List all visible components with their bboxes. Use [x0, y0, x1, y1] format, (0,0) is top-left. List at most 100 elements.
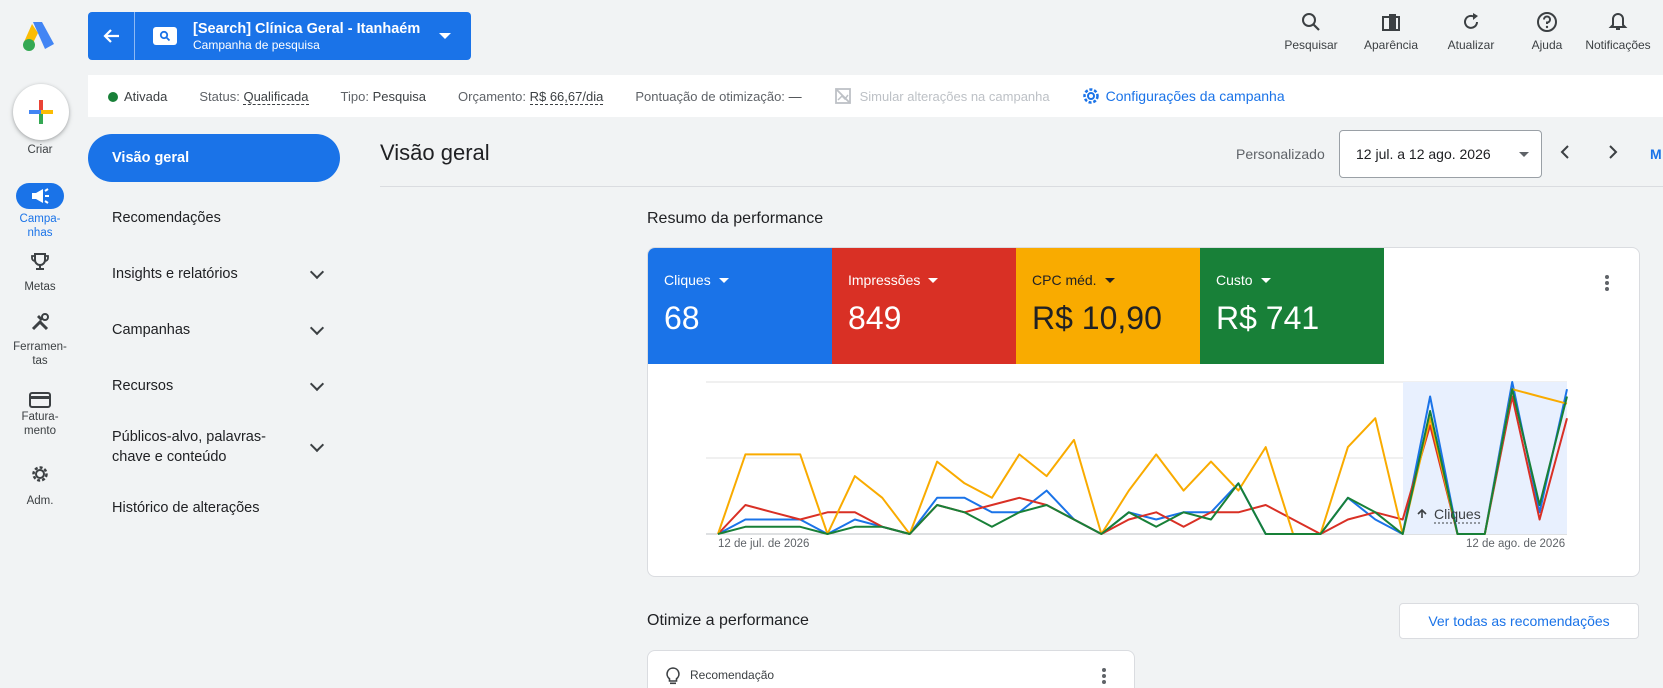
nav-insights-reports[interactable]: Insights e relatórios	[88, 246, 340, 302]
optimization-score: Pontuação de otimização: —	[635, 88, 802, 104]
campaign-dropdown-icon[interactable]	[439, 33, 451, 39]
campaign-type: Tipo: Pesquisa	[340, 88, 427, 104]
header-tools: Pesquisar Aparência Atualizar Ajuda Noti…	[1271, 10, 1653, 52]
metric-cost[interactable]: Custo R$ 741	[1200, 248, 1384, 364]
rail-label-goals: Metas	[24, 281, 56, 293]
metric-clicks-label: Cliques	[664, 272, 711, 288]
appearance-label: Aparência	[1363, 38, 1419, 52]
metric-impressions[interactable]: Impressões 849	[832, 248, 1016, 364]
metric-avg-cpc[interactable]: CPC méd. R$ 10,90	[1016, 248, 1200, 364]
create-button[interactable]	[13, 84, 69, 140]
search-button[interactable]: Pesquisar	[1271, 10, 1351, 52]
recommendation-card[interactable]: Recomendação	[647, 650, 1135, 688]
appearance-icon	[1382, 14, 1400, 31]
refresh-button[interactable]: Atualizar	[1431, 10, 1511, 52]
rail-label-admin: Adm.	[26, 495, 54, 507]
optimize-title: Otimize a performance	[647, 612, 809, 629]
notifications-label: Notificações	[1585, 38, 1651, 52]
campaign-title: [Search] Clínica Geral - Itanhaém	[193, 20, 421, 37]
nav-campaigns[interactable]: Campanhas	[88, 302, 340, 358]
help-icon	[1537, 12, 1557, 32]
nav-change-history[interactable]: Histórico de alterações	[88, 480, 340, 536]
x-axis-start-label: 12 de jul. de 2026	[718, 538, 810, 550]
google-ads-logo[interactable]	[22, 20, 56, 52]
metric-dropdown-icon[interactable]	[928, 277, 939, 283]
x-axis-end-label: 12 de ago. de 2026	[1466, 538, 1566, 550]
search-campaign-icon	[153, 27, 177, 45]
create-label: Criar	[27, 144, 53, 156]
next-period-button[interactable]	[1601, 140, 1625, 164]
truncated-link[interactable]: M	[1650, 146, 1662, 162]
rail-item-tools[interactable]	[24, 310, 56, 334]
metric-dropdown-icon[interactable]	[1104, 277, 1115, 283]
prev-period-button[interactable]	[1553, 140, 1577, 164]
campaign-switcher[interactable]: [Search] Clínica Geral - Itanhaém Campan…	[88, 12, 471, 60]
campaign-settings-link[interactable]: Configurações da campanha	[1082, 87, 1285, 105]
lightbulb-icon	[666, 667, 680, 685]
credit-card-icon	[29, 392, 51, 408]
status-enabled[interactable]: Ativada	[108, 89, 167, 104]
tooltip-label: Cliques	[1434, 506, 1481, 522]
plus-icon	[29, 100, 53, 124]
simulate-changes-button[interactable]: Simular alterações na campanha	[834, 87, 1050, 105]
performance-card: Cliques 68 Impressões 849 CPC méd. R$ 10…	[647, 247, 1640, 577]
campaign-subtitle: Campanha de pesquisa	[193, 37, 320, 52]
page-title: Visão geral	[380, 140, 490, 165]
nav-recommendations[interactable]: Recomendações	[88, 190, 340, 246]
date-range-value: 12 jul. a 12 ago. 2026	[1356, 146, 1491, 162]
rail-item-goals[interactable]	[24, 250, 56, 274]
tools-icon	[31, 313, 49, 331]
metric-cost-value: R$ 741	[1216, 300, 1320, 336]
refresh-label: Atualizar	[1447, 38, 1495, 52]
metric-impressions-value: 849	[848, 300, 902, 336]
rail-item-admin[interactable]	[24, 462, 56, 486]
rail-item-billing[interactable]	[24, 388, 56, 412]
metric-dropdown-icon[interactable]	[718, 277, 729, 283]
status-qualification[interactable]: Status: Qualificada	[199, 88, 309, 105]
dropdown-caret-icon	[1519, 152, 1529, 157]
date-range-picker[interactable]: 12 jul. a 12 ago. 2026	[1339, 130, 1542, 178]
back-button[interactable]	[88, 12, 135, 60]
metric-impressions-label: Impressões	[848, 272, 921, 288]
rail-item-campaigns[interactable]	[16, 183, 64, 209]
chevron-left-icon	[1560, 145, 1569, 159]
trophy-icon	[31, 253, 49, 270]
refresh-icon	[1464, 13, 1478, 29]
arrow-back-icon	[103, 29, 119, 43]
metric-cost-label: Custo	[1216, 272, 1253, 288]
appearance-button[interactable]: Aparência	[1351, 10, 1431, 52]
nav-assets[interactable]: Recursos	[88, 358, 340, 414]
chevron-down-icon	[309, 437, 325, 452]
campaigns-icon	[32, 188, 49, 204]
gear-icon	[32, 466, 48, 482]
rail-label-campaigns: Campa- nhas	[19, 213, 61, 239]
divider	[380, 186, 1663, 187]
campaign-budget[interactable]: Orçamento: R$ 66,67/dia	[458, 88, 604, 105]
chevron-right-icon	[1609, 145, 1618, 159]
nav-audiences-keywords-content[interactable]: Públicos-alvo, palavras-chave e conteúdo	[88, 414, 340, 480]
date-mode-label: Personalizado	[1236, 146, 1325, 162]
search-label: Pesquisar	[1284, 38, 1338, 52]
metric-clicks[interactable]: Cliques 68	[648, 248, 832, 364]
help-label: Ajuda	[1531, 38, 1563, 52]
bell-icon	[1608, 12, 1628, 30]
more-options-icon[interactable]	[1604, 275, 1610, 291]
recommendation-label: Recomendação	[690, 668, 775, 682]
see-all-recommendations-button[interactable]: Ver todas as recomendações	[1399, 603, 1639, 639]
chevron-down-icon	[309, 264, 325, 279]
more-options-icon[interactable]	[1101, 668, 1107, 684]
performance-summary-title: Resumo da performance	[647, 210, 824, 227]
rail-label-billing: Fatura- mento	[21, 411, 59, 437]
metric-avg-cpc-label: CPC méd.	[1032, 272, 1097, 288]
notifications-button[interactable]: Notificações	[1583, 10, 1653, 52]
chevron-down-icon	[309, 320, 325, 335]
metric-dropdown-icon[interactable]	[1260, 277, 1271, 283]
search-icon	[1302, 13, 1320, 31]
nav-overview[interactable]: Visão geral	[88, 134, 340, 182]
simulate-icon	[834, 88, 851, 104]
side-nav: Visão geral Recomendações Insights e rel…	[88, 134, 340, 536]
settings-gear-icon	[1082, 88, 1099, 104]
left-rail: Criar Campa- nhas Metas Ferramen- tas Fa…	[0, 0, 80, 688]
rail-label-tools: Ferramen- tas	[13, 341, 67, 367]
help-button[interactable]: Ajuda	[1511, 10, 1583, 52]
